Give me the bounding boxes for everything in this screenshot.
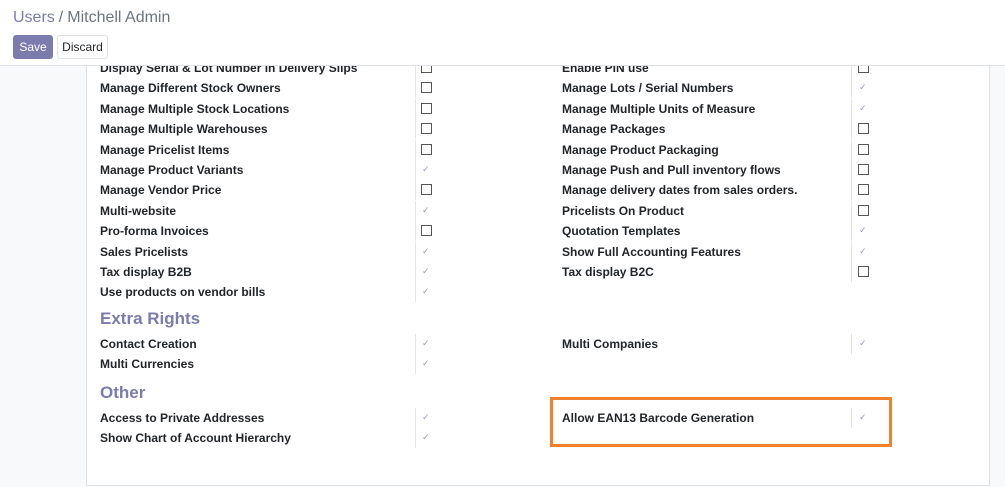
- field-divider: [415, 282, 416, 302]
- checkbox-checked[interactable]: [858, 220, 869, 240]
- permission-row: Manage Push and Pull inventory flows: [87, 160, 987, 180]
- form-sheet: Display Serial & Lot Number in Delivery …: [86, 66, 990, 486]
- checkbox-unchecked[interactable]: [858, 144, 869, 155]
- permission-label: Manage Multiple Units of Measure: [562, 102, 756, 116]
- field-divider: [851, 242, 852, 262]
- checkbox-checked[interactable]: [858, 333, 869, 353]
- breadcrumb: Users / Mitchell Admin: [13, 9, 170, 27]
- permission-label: Manage delivery dates from sales orders.: [562, 183, 798, 197]
- permission-label: Manage Product Packaging: [562, 143, 719, 157]
- permission-row: Enable PIN use: [87, 66, 987, 78]
- permission-label: Use products on vendor bills: [100, 285, 266, 299]
- field-divider: [851, 140, 852, 160]
- breadcrumb-users-link[interactable]: Users: [13, 9, 55, 26]
- field-divider: [851, 201, 852, 221]
- checkbox-checked[interactable]: [421, 427, 432, 447]
- permission-label: Show Full Accounting Features: [562, 245, 741, 259]
- permission-label: Manage Lots / Serial Numbers: [562, 81, 734, 95]
- permission-row: Multi Companies: [87, 333, 987, 354]
- checkbox-unchecked[interactable]: [858, 266, 869, 277]
- permission-label: Manage Packages: [562, 122, 666, 136]
- breadcrumb-current: Mitchell Admin: [67, 9, 171, 26]
- field-divider: [415, 428, 416, 448]
- checkbox-checked[interactable]: [858, 98, 869, 118]
- permission-row: Quotation Templates: [87, 220, 987, 241]
- breadcrumb-separator: /: [58, 9, 64, 26]
- permission-row: Multi Currencies: [87, 353, 987, 374]
- permission-row: Manage Packages: [87, 119, 987, 139]
- permission-row: Manage Multiple Units of Measure: [87, 98, 987, 119]
- permission-label: Quotation Templates: [562, 224, 681, 238]
- checkbox-unchecked[interactable]: [858, 164, 869, 175]
- discard-button[interactable]: Discard: [57, 35, 108, 59]
- checkbox-checked[interactable]: [421, 281, 432, 301]
- permission-row: Tax display B2C: [87, 262, 987, 282]
- field-divider: [851, 160, 852, 180]
- checkbox-unchecked[interactable]: [858, 123, 869, 134]
- section-title-other: Other: [100, 383, 146, 402]
- checkbox-unchecked[interactable]: [858, 184, 869, 195]
- field-divider: [851, 262, 852, 282]
- checkbox-unchecked[interactable]: [858, 205, 869, 216]
- permission-row: Show Full Accounting Features: [87, 241, 987, 262]
- permission-label: Pricelists On Product: [562, 204, 685, 218]
- field-divider: [415, 354, 416, 374]
- permission-label: Tax display B2C: [562, 265, 654, 279]
- checkbox-checked[interactable]: [421, 353, 432, 373]
- permission-label: Multi Companies: [562, 337, 659, 351]
- field-divider: [851, 334, 852, 354]
- permission-label: Enable PIN use: [562, 66, 649, 75]
- save-button[interactable]: Save: [13, 35, 53, 59]
- checkbox-unchecked[interactable]: [858, 66, 869, 73]
- section-title-extra-rights: Extra Rights: [100, 309, 201, 328]
- permission-label: Multi Currencies: [100, 357, 195, 371]
- field-divider: [851, 78, 852, 98]
- permission-row: Manage delivery dates from sales orders.: [87, 180, 987, 200]
- permission-row: Manage Lots / Serial Numbers: [87, 77, 987, 98]
- checkbox-checked[interactable]: [858, 77, 869, 97]
- field-divider: [851, 180, 852, 200]
- field-divider: [851, 66, 852, 78]
- permission-row: Manage Product Packaging: [87, 140, 987, 160]
- permission-label: Manage Push and Pull inventory flows: [562, 163, 781, 177]
- control-panel: Users / Mitchell Admin Save Discard: [0, 0, 1005, 66]
- field-divider: [851, 119, 852, 139]
- field-divider: [851, 221, 852, 241]
- checkbox-checked[interactable]: [858, 241, 869, 261]
- field-divider: [851, 99, 852, 119]
- permission-row: Use products on vendor bills: [87, 281, 987, 302]
- permission-row: Pricelists On Product: [87, 201, 987, 221]
- permission-label: Show Chart of Account Hierarchy: [100, 431, 291, 445]
- highlight-box: [550, 397, 892, 447]
